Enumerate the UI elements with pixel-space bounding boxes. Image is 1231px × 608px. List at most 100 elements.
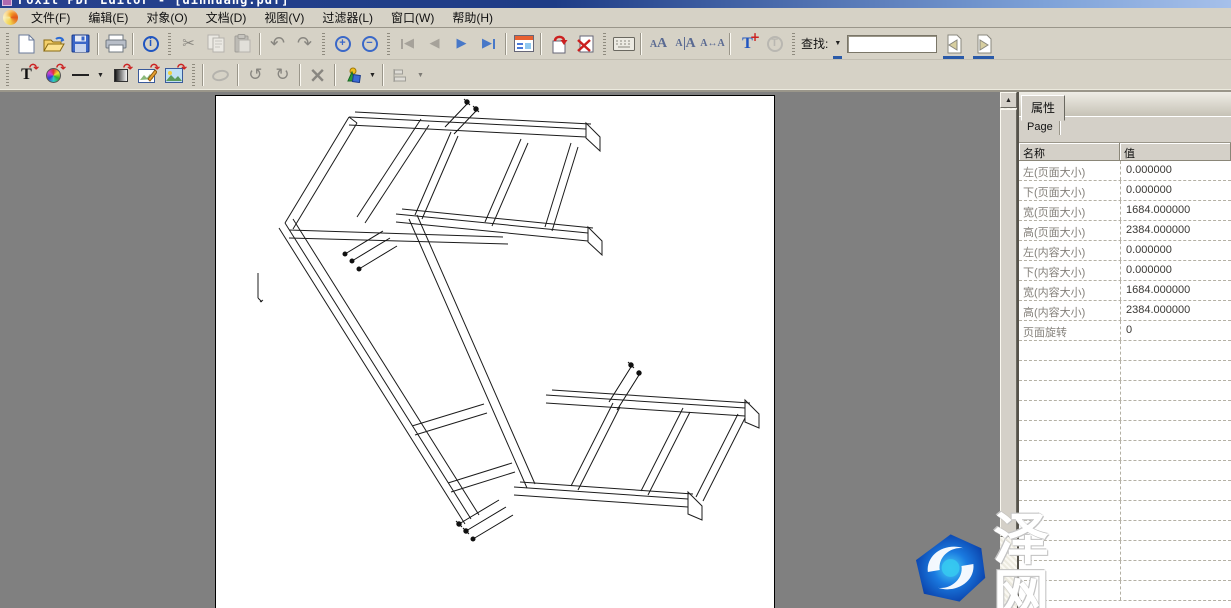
- find-previous-button[interactable]: [940, 31, 967, 57]
- find-next-button[interactable]: [970, 31, 997, 57]
- menu-filter[interactable]: 过滤器(L): [313, 7, 382, 28]
- rotate-object-right-button: ↻: [269, 62, 296, 88]
- property-row[interactable]: 下(内容大小)0.000000: [1019, 261, 1231, 281]
- find-previous-icon: [944, 34, 964, 54]
- toolbar-grip[interactable]: [6, 33, 9, 55]
- open-button[interactable]: [40, 31, 67, 57]
- chevron-down-icon: ▼: [417, 72, 424, 79]
- empty-row: [1019, 341, 1231, 361]
- toolbar-grip[interactable]: [792, 33, 795, 55]
- column-header-name: 名称: [1019, 143, 1120, 161]
- toolbar-objects: T ↷ ↷ ▼ ↷ ↷ ↷ ↺ ↻ × ▼ ▼: [0, 60, 1231, 92]
- find-input[interactable]: [847, 35, 937, 53]
- shapes-tool-button[interactable]: [339, 62, 366, 88]
- add-image-button[interactable]: ↷: [161, 62, 188, 88]
- arrow-up-icon: ▲: [1005, 97, 1012, 104]
- property-row[interactable]: 页面旋转0: [1019, 321, 1231, 341]
- property-row[interactable]: 左(页面大小)0.000000: [1019, 161, 1231, 181]
- menu-edit[interactable]: 编辑(E): [79, 7, 137, 28]
- rotate-page-button[interactable]: [545, 31, 572, 57]
- print-button[interactable]: [102, 31, 129, 57]
- copy-button: [202, 31, 229, 57]
- empty-row: [1019, 461, 1231, 481]
- redo-icon: ↷: [297, 35, 312, 53]
- find-options-dropdown[interactable]: ▼: [831, 32, 844, 56]
- property-row[interactable]: 宽(内容大小)1684.000000: [1019, 281, 1231, 301]
- save-floppy-icon: [71, 34, 90, 53]
- menu-document[interactable]: 文档(D): [197, 7, 256, 28]
- next-page-button[interactable]: ▶: [448, 31, 475, 57]
- scroll-up-button[interactable]: ▲: [1000, 92, 1017, 108]
- font-button[interactable]: AA: [645, 31, 672, 57]
- lasso-icon: [211, 68, 230, 82]
- edit-text-tool-button[interactable]: T ↷: [13, 62, 40, 88]
- properties-tab[interactable]: 属性: [1021, 95, 1065, 121]
- page-tab[interactable]: Page: [1019, 119, 1060, 135]
- menu-window[interactable]: 窗口(W): [382, 7, 443, 28]
- toolbar-separator: [202, 64, 204, 86]
- toolbar-separator: [259, 33, 261, 55]
- scissors-icon: ✂: [182, 36, 195, 51]
- zoom-out-button[interactable]: −: [356, 31, 383, 57]
- scrollbar-thumb[interactable]: [1000, 109, 1017, 537]
- menu-object[interactable]: 对象(O): [137, 7, 196, 28]
- toolbar-grip[interactable]: [387, 33, 390, 55]
- toolbar-grip[interactable]: [168, 33, 171, 55]
- toolbar-grip[interactable]: [6, 64, 9, 86]
- new-document-button[interactable]: [13, 31, 40, 57]
- toolbar-grip[interactable]: [322, 33, 325, 55]
- window-title: Foxit PDF Editor - [dinhuang.pdf]: [18, 0, 289, 7]
- char-spacing-button[interactable]: A↔A: [699, 31, 726, 57]
- toolbar-grip[interactable]: [192, 64, 195, 86]
- paste-clipboard-icon: [234, 34, 251, 53]
- line-tool-dropdown[interactable]: ▼: [94, 63, 107, 87]
- toolbar-separator: [729, 33, 731, 55]
- menu-help[interactable]: 帮助(H): [443, 7, 502, 28]
- document-canvas[interactable]: [0, 92, 1000, 608]
- toolbar-separator: [334, 64, 336, 86]
- last-page-button[interactable]: ▶: [475, 31, 502, 57]
- empty-row: [1019, 361, 1231, 381]
- zoom-in-button[interactable]: +: [329, 31, 356, 57]
- paste-button: [229, 31, 256, 57]
- vertical-scrollbar[interactable]: ▲: [1000, 92, 1017, 608]
- toolbar-grip[interactable]: [603, 33, 606, 55]
- rotate-left-icon: ↺: [248, 67, 262, 84]
- line-icon: [72, 74, 89, 76]
- font-size-button[interactable]: AA: [672, 31, 699, 57]
- table-header: 名称 值: [1019, 143, 1231, 161]
- shapes-tool-dropdown[interactable]: ▼: [366, 63, 379, 87]
- align-tool-button: [387, 62, 414, 88]
- page-layout-button[interactable]: [510, 31, 537, 57]
- menu-view[interactable]: 视图(V): [255, 7, 313, 28]
- property-row[interactable]: 宽(页面大小)1684.000000: [1019, 201, 1231, 221]
- column-header-value: 值: [1120, 143, 1231, 161]
- char-spacing-icon: A↔A: [700, 39, 724, 49]
- toolbar-separator: [97, 33, 99, 55]
- line-tool-button[interactable]: [67, 62, 94, 88]
- redo-button: ↷: [291, 31, 318, 57]
- properties-panel: 属性 Page 名称 值 左(页面大小)0.000000 下(页面大小)0.00…: [1019, 92, 1231, 608]
- property-row[interactable]: 左(内容大小)0.000000: [1019, 241, 1231, 261]
- add-text-button[interactable]: T +: [734, 31, 761, 57]
- toolbar-separator: [237, 64, 239, 86]
- property-row[interactable]: 高(内容大小)2384.000000: [1019, 301, 1231, 321]
- app-icon[interactable]: [3, 10, 18, 25]
- undo-icon: ↶: [270, 35, 285, 53]
- first-page-icon: ◀: [401, 37, 414, 50]
- pdf-page[interactable]: [215, 95, 775, 608]
- menu-file[interactable]: 文件(F): [22, 7, 79, 28]
- document-info-button[interactable]: i: [137, 31, 164, 57]
- keyboard-button[interactable]: [610, 31, 637, 57]
- empty-row: [1019, 581, 1231, 601]
- color-tool-button[interactable]: ↷: [40, 62, 67, 88]
- property-row[interactable]: 下(页面大小)0.000000: [1019, 181, 1231, 201]
- empty-row: [1019, 381, 1231, 401]
- shading-tool-button[interactable]: ↷: [107, 62, 134, 88]
- property-row[interactable]: 高(页面大小)2384.000000: [1019, 221, 1231, 241]
- save-button[interactable]: [67, 31, 94, 57]
- delete-page-button[interactable]: [572, 31, 599, 57]
- shapes-icon: [343, 67, 362, 83]
- delete-cross-icon: ×: [309, 65, 327, 86]
- edit-image-button[interactable]: ↷: [134, 62, 161, 88]
